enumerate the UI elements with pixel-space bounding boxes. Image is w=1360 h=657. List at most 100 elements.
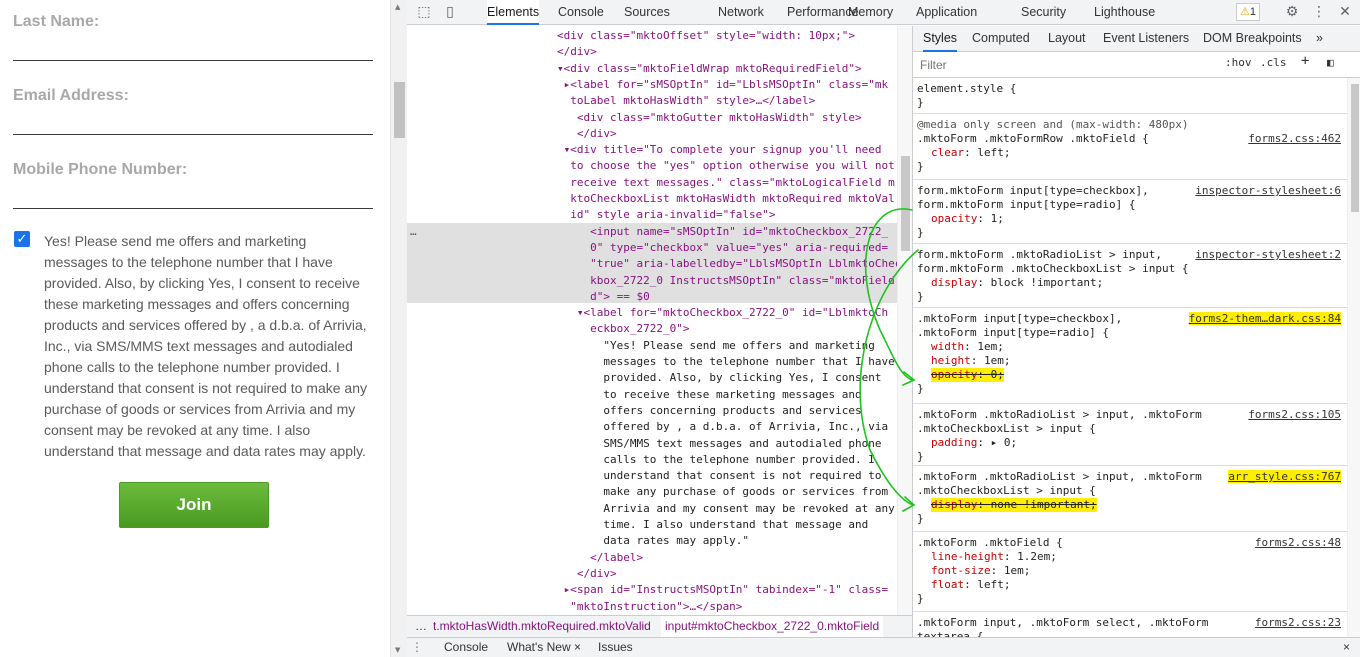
dom-node-line[interactable]: SMS/MMS text messages and autodialed pho…: [557, 436, 881, 452]
dom-node-line[interactable]: eckbox_2722_0">: [557, 321, 689, 337]
dom-node-line[interactable]: ▾<label for="mktoCheckbox_2722_0" id="Lb…: [557, 305, 888, 321]
elements-scrollbar[interactable]: [897, 26, 912, 615]
dom-node-line[interactable]: receive text messages." class="mktoLogic…: [557, 175, 895, 191]
tab-network[interactable]: Network: [718, 0, 764, 25]
close-devtools-icon[interactable]: ✕: [1336, 3, 1354, 21]
dom-node-line[interactable]: to choose the "yes" option otherwise you…: [557, 158, 895, 174]
warnings-badge[interactable]: ⚠1: [1236, 3, 1260, 21]
breadcrumb-item[interactable]: …: [415, 616, 427, 637]
dom-node-line[interactable]: to receive these marketing messages and: [557, 387, 861, 403]
dom-node-line[interactable]: "mktoInstruction">…</span>: [557, 599, 742, 615]
stylesheet-link[interactable]: inspector-stylesheet:2: [1195, 248, 1341, 261]
tab-security[interactable]: Security: [1021, 0, 1066, 25]
toggle-sidebar-icon[interactable]: ◧: [1327, 56, 1334, 69]
dom-node-line[interactable]: ▸<label for="sMSOptIn" id="LblsMSOptIn" …: [557, 77, 889, 93]
dom-node-line[interactable]: make any purchase of goods or services f…: [557, 484, 888, 500]
last-name-input[interactable]: [13, 60, 373, 61]
dom-node-line[interactable]: calls to the telephone number provided. …: [557, 452, 875, 468]
dom-node-line[interactable]: </div>: [557, 566, 617, 582]
email-input[interactable]: [13, 134, 373, 135]
stylesheet-link[interactable]: forms2.css:105: [1248, 408, 1341, 421]
tab-memory[interactable]: Memory: [848, 0, 893, 25]
styles-tab-2[interactable]: Layout: [1048, 26, 1086, 52]
tab-sources[interactable]: Sources: [624, 0, 670, 25]
css-declaration[interactable]: opacity: 1;: [931, 212, 1004, 226]
scroll-down-icon[interactable]: ▼: [395, 646, 400, 654]
tab-elements[interactable]: Elements: [487, 0, 540, 25]
styles-tab-1[interactable]: Computed: [972, 26, 1030, 52]
styles-filter-input[interactable]: [917, 55, 1213, 75]
dom-node-line[interactable]: offered by , a d.b.a. of Arrivia, Inc., …: [557, 419, 888, 435]
dom-node-line[interactable]: <input name="sMSOptIn" id="mktoCheckbox_…: [557, 224, 888, 240]
dom-node-line[interactable]: data rates may apply.": [557, 533, 749, 549]
styles-tab-0[interactable]: Styles: [923, 26, 958, 52]
styles-tab-4[interactable]: DOM Breakpoints: [1203, 26, 1302, 52]
dom-node-line[interactable]: Arrivia and my consent may be revoked at…: [557, 501, 894, 517]
stylesheet-link[interactable]: forms2.css:23: [1255, 616, 1341, 629]
dom-node-line[interactable]: understand that consent is not required …: [557, 468, 881, 484]
css-declaration[interactable]: font-size: 1em;: [931, 564, 1030, 578]
css-declaration[interactable]: height: 1em;: [931, 354, 1011, 368]
cls-toggle[interactable]: .cls: [1260, 56, 1287, 69]
css-declaration[interactable]: width: 1em;: [931, 340, 1004, 354]
stylesheet-link[interactable]: forms2.css:462: [1248, 132, 1341, 145]
styles-scroll-thumb[interactable]: [1351, 84, 1359, 212]
device-toolbar-icon[interactable]: ▯: [441, 3, 459, 21]
tab-application[interactable]: Application: [916, 0, 977, 25]
drawer-tab-1[interactable]: What's New ×: [507, 638, 581, 657]
dom-node-line[interactable]: messages to the telephone number that I …: [557, 354, 894, 370]
dom-node-line[interactable]: <div class="mktoGutter mktoHasWidth" sty…: [557, 110, 862, 126]
css-declaration[interactable]: clear: left;: [931, 146, 1011, 160]
dom-node-line[interactable]: "Yes! Please send me offers and marketin…: [557, 338, 875, 354]
css-declaration[interactable]: padding: ▸ 0;: [931, 436, 1017, 450]
drawer-menu-icon[interactable]: ⋮: [411, 638, 423, 657]
stylesheet-link[interactable]: forms2.css:48: [1255, 536, 1341, 549]
stylesheet-link[interactable]: forms2-them…dark.css:84: [1188, 312, 1341, 325]
drawer-tab-0[interactable]: Console: [444, 638, 488, 657]
dom-node-line[interactable]: </label>: [557, 550, 643, 566]
dom-node-line[interactable]: 0" type="checkbox" value="yes" aria-requ…: [557, 240, 888, 256]
new-style-rule-icon[interactable]: +: [1301, 53, 1309, 69]
dom-node-line[interactable]: </div>: [557, 126, 617, 142]
node-actions-icon[interactable]: …: [410, 225, 417, 238]
dom-node-line[interactable]: ▸<span id="InstructsMSOptIn" tabindex="-…: [557, 582, 889, 598]
elements-scroll-thumb[interactable]: [901, 156, 910, 251]
hov-toggle[interactable]: :hov: [1225, 56, 1252, 69]
tab-console[interactable]: Console: [558, 0, 604, 25]
dom-node-line[interactable]: offers concerning products and services: [557, 403, 861, 419]
page-scrollbar[interactable]: ▲ ▼: [390, 0, 407, 657]
breadcrumb-item[interactable]: input#mktoCheckbox_2722_0.mktoField: [661, 616, 884, 637]
dom-node-line[interactable]: kbox_2722_0 InstructsMSOptIn" class="mkt…: [557, 273, 895, 289]
dom-node-line[interactable]: </div>: [557, 44, 597, 60]
page-scroll-thumb[interactable]: [394, 82, 405, 138]
dom-node-line[interactable]: ktoCheckboxList mktoHasWidth mktoRequire…: [557, 191, 895, 207]
styles-tab-3[interactable]: Event Listeners: [1103, 26, 1189, 52]
css-declaration[interactable]: display: block !important;: [931, 276, 1103, 290]
tab-lighthouse[interactable]: Lighthouse: [1094, 0, 1155, 25]
join-button[interactable]: Join: [119, 482, 269, 528]
dom-node-line[interactable]: id" style aria-invalid="false">: [557, 207, 775, 223]
css-declaration[interactable]: float: left;: [931, 578, 1011, 592]
stylesheet-link[interactable]: arr_style.css:767: [1228, 470, 1341, 483]
breadcrumb-item[interactable]: t.mktoHasWidth.mktoRequired.mktoValid: [433, 616, 651, 637]
dom-node-line[interactable]: provided. Also, by clicking Yes, I conse…: [557, 370, 881, 386]
css-declaration[interactable]: line-height: 1.2em;: [931, 550, 1057, 564]
sms-optin-checkbox[interactable]: ✓: [14, 231, 30, 247]
dom-node-line[interactable]: "true" aria-labelledby="LblsMSOptIn Lblm…: [557, 256, 901, 272]
scroll-up-icon[interactable]: ▲: [395, 3, 400, 11]
mobile-phone-input[interactable]: [13, 208, 373, 209]
close-drawer-icon[interactable]: ×: [1343, 638, 1350, 657]
inspect-element-icon[interactable]: ⬚: [415, 3, 433, 21]
dom-node-line[interactable]: d"> == $0: [557, 289, 650, 305]
dom-node-line[interactable]: ▾<div title="To complete your signup you…: [557, 142, 882, 158]
css-declaration[interactable]: opacity: 0;: [931, 368, 1004, 382]
stylesheet-link[interactable]: inspector-stylesheet:6: [1195, 184, 1341, 197]
settings-gear-icon[interactable]: ⚙: [1283, 3, 1301, 21]
drawer-tab-2[interactable]: Issues: [598, 638, 633, 657]
dom-node-line[interactable]: time. I also understand that message and: [557, 517, 868, 533]
dom-node-line[interactable]: ▾<div class="mktoFieldWrap mktoRequiredF…: [557, 61, 862, 77]
dom-node-line[interactable]: toLabel mktoHasWidth" style>…</label>: [557, 93, 815, 109]
styles-tab-5[interactable]: »: [1316, 26, 1323, 52]
more-options-icon[interactable]: ⋮: [1310, 3, 1328, 21]
css-declaration[interactable]: display: none !important;: [931, 498, 1097, 512]
